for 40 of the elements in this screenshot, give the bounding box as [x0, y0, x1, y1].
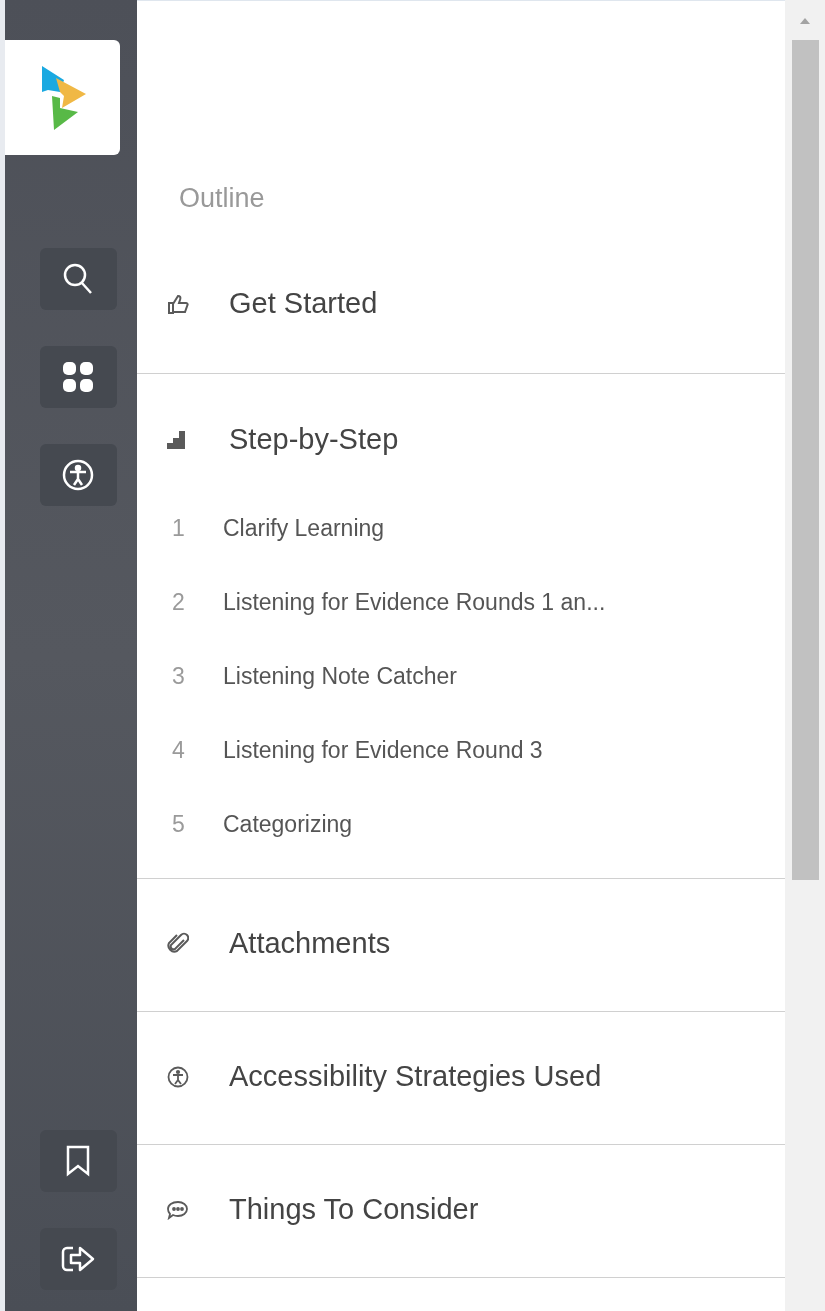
search-icon	[63, 263, 93, 295]
bookmark-icon	[66, 1145, 90, 1177]
search-button[interactable]	[39, 248, 117, 310]
outline-heading: Outline	[178, 181, 266, 215]
thumbs-up-icon	[167, 294, 189, 314]
step-number: 1	[172, 513, 186, 543]
step-number: 5	[172, 809, 186, 839]
exit-icon	[61, 1244, 95, 1274]
outline-section-item[interactable]: Get Started	[137, 270, 785, 338]
step-title: Listening for Evidence Rounds 1 an...	[223, 587, 606, 617]
outline-section-item[interactable]: Attachments	[137, 910, 785, 978]
grid-icon	[62, 361, 94, 393]
steps-icon	[167, 431, 187, 449]
step-number: 3	[172, 661, 186, 691]
step-title: Categorizing	[223, 809, 353, 839]
step-item[interactable]: 5 Categorizing	[137, 787, 785, 861]
step-title: Clarify Learning	[223, 513, 385, 543]
accessibility-button[interactable]	[39, 444, 117, 506]
bookmark-button[interactable]	[39, 1130, 117, 1192]
step-item[interactable]: 4 Listening for Evidence Round 3	[137, 713, 785, 787]
logo-card[interactable]	[5, 40, 120, 155]
step-item[interactable]: 3 Listening Note Catcher	[137, 639, 785, 713]
step-number: 2	[172, 587, 186, 617]
exit-button[interactable]	[39, 1228, 117, 1290]
scrollbar[interactable]	[785, 0, 825, 1311]
scrollbar-thumb[interactable]	[791, 40, 819, 880]
step-item[interactable]: 2 Listening for Evidence Rounds 1 an...	[137, 565, 785, 639]
scroll-up-icon	[800, 18, 810, 24]
speech-bubble-icon	[167, 1200, 189, 1220]
outline-section-item[interactable]: Accessibility Strategies Used	[137, 1043, 785, 1111]
step-item[interactable]: 1 Clarify Learning	[137, 491, 785, 565]
accessibility-icon	[167, 1066, 189, 1088]
accessibility-icon	[62, 459, 94, 491]
paperclip-icon	[167, 932, 189, 956]
grid-button[interactable]	[39, 346, 117, 408]
step-title: Listening Note Catcher	[223, 661, 457, 691]
outline-section-item[interactable]: Step-by-Step	[137, 406, 785, 474]
outline-section-item[interactable]: Things To Consider	[137, 1176, 785, 1244]
step-number: 4	[172, 735, 186, 765]
step-title: Listening for Evidence Round 3	[223, 735, 543, 765]
